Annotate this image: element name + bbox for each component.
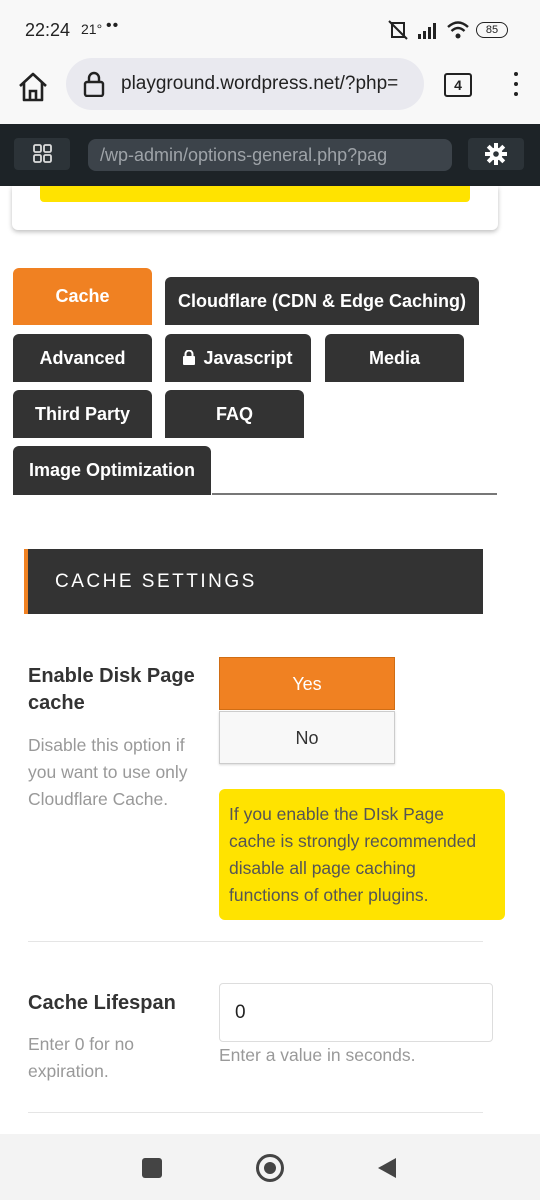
settings-button[interactable] <box>468 138 524 170</box>
url-text: playground.wordpress.net/?php= <box>121 73 399 94</box>
cache-lifespan-input[interactable]: 0 <box>219 983 493 1042</box>
tab-media[interactable]: Media <box>325 334 464 382</box>
home-circle-icon[interactable] <box>256 1154 284 1182</box>
tab-image-optimization[interactable]: Image Optimization <box>13 446 211 495</box>
recents-icon[interactable] <box>142 1158 162 1178</box>
status-bar: 22:24 21° •• 85 <box>0 0 540 60</box>
gear-icon <box>485 143 507 165</box>
tab-label: Javascript <box>203 348 293 368</box>
disk-cache-yes-button[interactable]: Yes <box>219 657 395 710</box>
tab-cloudflare[interactable]: Cloudflare (CDN & Edge Caching) <box>165 277 479 325</box>
tab-divider <box>212 493 497 495</box>
status-time: 22:24 <box>25 20 71 40</box>
status-notification-dots: •• <box>106 17 120 34</box>
disk-cache-warning-note: If you enable the DIsk Page cache is str… <box>219 789 505 920</box>
tab-label: Third Party <box>34 404 131 424</box>
tab-advanced[interactable]: Advanced <box>13 334 152 382</box>
tab-label: Media <box>368 348 420 368</box>
grid-icon <box>33 144 52 163</box>
lock-icon <box>83 71 105 97</box>
tab-label: Image Optimization <box>28 460 196 480</box>
disk-cache-no-button[interactable]: No <box>219 711 395 764</box>
cache-lifespan-hint: Enter a value in seconds. <box>219 1045 416 1065</box>
playground-address-input[interactable]: /wp-admin/options-general.php?pag <box>88 139 452 171</box>
system-navigation-bar <box>0 1134 540 1200</box>
tab-switcher-button[interactable]: 4 <box>444 73 472 97</box>
notice-highlight <box>40 186 470 202</box>
tab-javascript[interactable]: Javascript <box>165 334 311 382</box>
browser-menu-icon[interactable] <box>506 68 526 102</box>
status-icons: 85 <box>386 18 508 42</box>
row-divider <box>28 941 483 942</box>
row-divider <box>28 1112 483 1113</box>
tab-label: Cloudflare (CDN & Edge Caching) <box>177 291 466 311</box>
tab-label: Cache <box>55 286 110 306</box>
disk-cache-description: Disable this option if you want to use o… <box>28 735 188 809</box>
section-header: CACHE SETTINGS <box>24 549 483 614</box>
cache-lifespan-title: Cache Lifespan <box>28 992 176 1014</box>
back-icon[interactable] <box>376 1156 398 1180</box>
status-temperature: 21° <box>81 21 103 37</box>
tab-label: FAQ <box>215 404 253 424</box>
tab-label: Advanced <box>39 348 126 368</box>
battery-icon: 85 <box>476 22 508 38</box>
lock-icon <box>183 350 196 365</box>
tab-faq[interactable]: FAQ <box>165 390 304 438</box>
cache-lifespan-description: Enter 0 for no expiration. <box>28 1034 135 1081</box>
disk-cache-title: Enable Disk Page cache <box>28 665 195 714</box>
tab-third-party[interactable]: Third Party <box>13 390 152 438</box>
wifi-icon <box>447 21 469 39</box>
tab-cache[interactable]: Cache <box>13 268 152 325</box>
address-bar[interactable]: playground.wordpress.net/?php= <box>66 58 424 110</box>
mute-vibrate-icon <box>388 20 408 40</box>
playground-toolbar: /wp-admin/options-general.php?pag <box>0 124 540 186</box>
signal-icon <box>418 23 436 39</box>
home-icon[interactable] <box>14 68 52 106</box>
notice-card <box>12 186 498 230</box>
grid-menu-button[interactable] <box>14 138 70 170</box>
